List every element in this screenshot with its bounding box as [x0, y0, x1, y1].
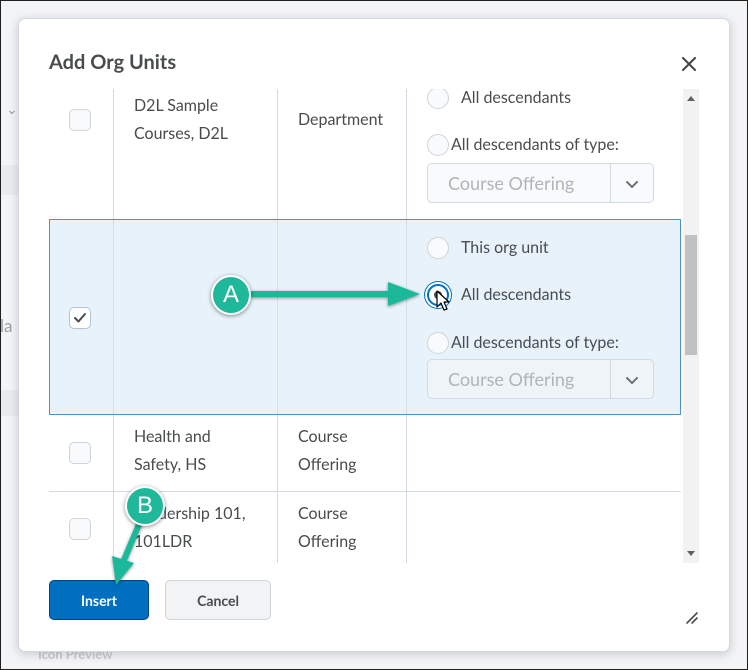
scrollbar[interactable]: [683, 89, 699, 563]
radio-button[interactable]: [427, 237, 449, 259]
radio-button[interactable]: [427, 89, 449, 109]
checkmark-icon: [74, 313, 86, 323]
scroll-up-arrow-icon[interactable]: [687, 96, 695, 101]
org-unit-type: Course Offering: [298, 504, 357, 551]
org-unit-type: Department: [298, 110, 384, 129]
radio-button[interactable]: [427, 134, 449, 156]
row-checkbox[interactable]: [69, 442, 91, 464]
table-row: D2L Sample Courses, D2L Department All de…: [49, 89, 681, 220]
close-button[interactable]: [676, 51, 702, 77]
chevron-down-icon: [626, 377, 638, 384]
radio-button[interactable]: [427, 332, 449, 354]
table-row-selected: This org unit All descendants All descen…: [49, 219, 681, 415]
row-checkbox[interactable]: [69, 109, 91, 131]
descendant-type-select[interactable]: Course Offering: [427, 359, 654, 399]
scrollbar-thumb[interactable]: [685, 235, 697, 355]
row-checkbox[interactable]: [69, 518, 91, 540]
scroll-down-arrow-icon[interactable]: [687, 551, 695, 556]
background-text: la: [0, 315, 13, 336]
callout-a: A: [211, 275, 251, 315]
chevron-down-icon: [626, 181, 638, 188]
dialog-title: Add Org Units: [49, 50, 177, 74]
resize-handle-icon[interactable]: [683, 609, 699, 625]
chevron-down-icon: ⌄: [6, 100, 18, 117]
cancel-button[interactable]: Cancel: [165, 580, 271, 620]
row-checkbox[interactable]: [69, 307, 91, 329]
org-unit-name: Health and Safety, HS: [134, 427, 211, 474]
org-unit-name: D2L Sample Courses, D2L: [134, 96, 228, 143]
table-row: Health and Safety, HS Course Offering: [49, 415, 681, 492]
add-org-units-dialog: Add Org Units D2L Sample Courses, D2L Dep…: [18, 18, 730, 652]
callout-b: B: [125, 486, 165, 526]
mouse-pointer-icon: [436, 290, 450, 311]
descendant-type-select[interactable]: Course Offering: [427, 163, 654, 203]
insert-button[interactable]: Insert: [49, 580, 149, 620]
close-icon: [681, 56, 697, 72]
org-unit-type: Course Offering: [298, 427, 357, 474]
